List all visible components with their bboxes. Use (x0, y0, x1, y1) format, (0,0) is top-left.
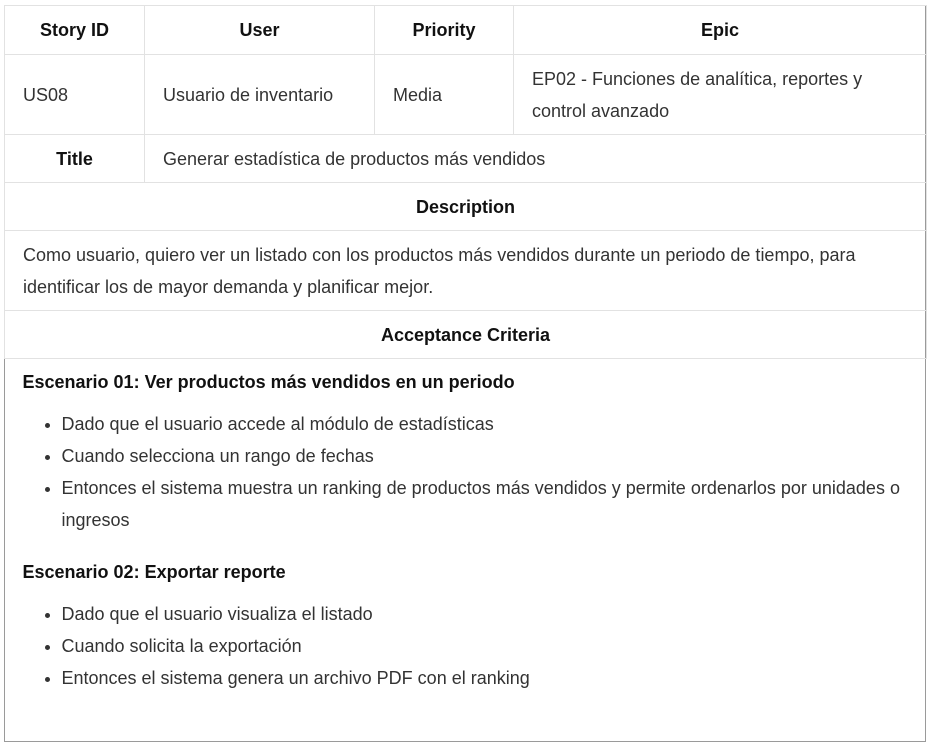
description-text: Como usuario, quiero ver un listado con … (4, 230, 927, 311)
header-row: Story ID User Priority Epic (4, 5, 927, 55)
acceptance-criteria-label: Acceptance Criteria (4, 310, 927, 359)
scenario-block: Escenario 01: Ver productos más vendidos… (23, 366, 909, 536)
user-story-card: Story ID User Priority Epic US08 Usuario… (4, 5, 927, 742)
scenario-title: Escenario 02: Exportar reporte (22, 562, 286, 582)
acceptance-criteria-content: Escenario 01: Ver productos más vendidos… (5, 359, 927, 695)
scenario-steps: Dado que el usuario visualiza el listado… (23, 598, 909, 694)
scenario-step: Entonces el sistema genera un archivo PD… (62, 662, 909, 694)
header-epic: Epic (513, 5, 927, 55)
title-label: Title (4, 134, 145, 183)
scenario-block: Escenario 02: Exportar reporte Dado que … (23, 556, 909, 694)
acceptance-header-row: Acceptance Criteria (4, 310, 927, 359)
story-priority-value: Media (374, 54, 514, 135)
title-row: Title Generar estadística de productos m… (4, 134, 927, 183)
scenario-step: Entonces el sistema muestra un ranking d… (62, 472, 909, 536)
scenario-step: Dado que el usuario accede al módulo de … (62, 408, 909, 440)
story-epic-value: EP02 - Funciones de analítica, reportes … (513, 54, 927, 135)
description-row: Como usuario, quiero ver un listado con … (4, 230, 927, 311)
scenario-step: Cuando solicita la exportación (62, 630, 909, 662)
description-label: Description (4, 182, 927, 231)
story-data-row: US08 Usuario de inventario Media EP02 - … (4, 54, 927, 135)
user-story-table: Story ID User Priority Epic US08 Usuario… (4, 5, 927, 694)
scenario-steps: Dado que el usuario accede al módulo de … (23, 408, 909, 536)
story-title: Generar estadística de productos más ven… (144, 134, 927, 183)
acceptance-row: Escenario 01: Ver productos más vendidos… (5, 359, 927, 695)
description-header-row: Description (4, 182, 927, 231)
story-user-value: Usuario de inventario (144, 54, 375, 135)
scenario-step: Cuando selecciona un rango de fechas (62, 440, 909, 472)
header-priority: Priority (374, 5, 514, 55)
header-story-id: Story ID (4, 5, 145, 55)
story-id-value: US08 (4, 54, 145, 135)
header-user: User (144, 5, 375, 55)
scenario-title: Escenario 01: Ver productos más vendidos… (22, 372, 515, 392)
scenario-step: Dado que el usuario visualiza el listado (62, 598, 909, 630)
